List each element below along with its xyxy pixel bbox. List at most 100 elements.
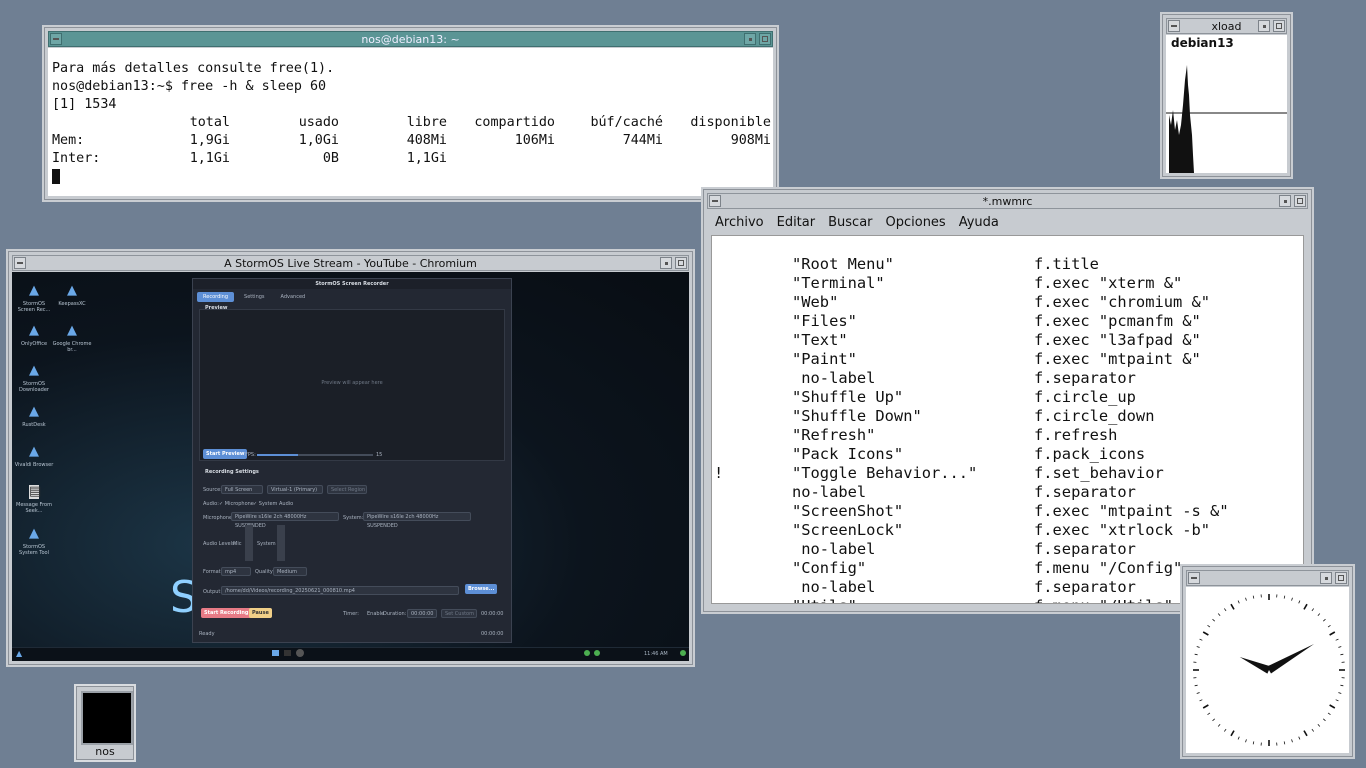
xclock-window[interactable]	[1180, 564, 1355, 759]
menu-ayuda[interactable]: Ayuda	[959, 215, 999, 230]
format-select[interactable]: mp4	[221, 567, 251, 576]
clock-tick	[1202, 631, 1209, 636]
start-menu-icon[interactable]: ▲	[16, 649, 22, 658]
clock-tick	[1199, 699, 1203, 702]
menu-entry-function: f.set_behavior	[1034, 464, 1164, 482]
editor-line: no-label f.separator	[712, 483, 1303, 502]
maximize-button[interactable]	[1335, 572, 1347, 584]
menu-archivo[interactable]: Archivo	[715, 215, 764, 230]
terminal-output[interactable]: Para más detalles consulte free(1). nos@…	[48, 48, 773, 196]
desktop-icon[interactable]: ▲ StormOS Screen Rec...	[14, 284, 54, 314]
desktop-icon[interactable]: ▲ KeepassXC	[52, 283, 92, 308]
editor-titlebar[interactable]: *.mwmrc	[707, 193, 1308, 209]
editor-text-area[interactable]: "Root Menu" f.title "Terminal" f.exec "xter…	[711, 235, 1304, 604]
xclock-titlebar[interactable]	[1186, 570, 1349, 586]
set-custom-button[interactable]: Set Custom	[441, 609, 477, 618]
fps-slider[interactable]	[257, 454, 373, 456]
desktop-icon[interactable]: ▲ StormOS System Tool	[14, 527, 54, 557]
video-player[interactable]: S ▲ StormOS Screen Rec... ▲ KeepassXC ▲ Onl…	[12, 272, 689, 661]
start-recording-button[interactable]: Start Recording	[201, 608, 252, 618]
iconified-window-icon[interactable]: nos	[74, 684, 136, 762]
desktop-icon[interactable]: ▲ OnlyOffice	[14, 324, 54, 348]
timer-enable-checkbox[interactable]: Enable	[367, 611, 384, 617]
menu-entry-label: "Utils"	[792, 597, 857, 603]
desktop-icon[interactable]: ▲ StormOS Downloader	[14, 364, 54, 394]
tray-status-icon[interactable]	[584, 650, 590, 656]
free-row-swap: Inter: 1,1Gi 0B 1,1Gi	[52, 150, 773, 168]
desktop-icon[interactable]: ▤ Message From Seek...	[14, 484, 54, 515]
menu-entry-function: f.circle_down	[1034, 407, 1155, 425]
minimize-button[interactable]	[660, 257, 672, 269]
audio-levels-label: Audio Levels:	[203, 541, 237, 547]
window-menu-button[interactable]	[709, 195, 721, 207]
maximize-button[interactable]	[1273, 20, 1285, 32]
microphone-checkbox[interactable]: ✓ Microphone	[219, 501, 254, 507]
storm-icon: ▲	[67, 283, 77, 298]
monitor-select[interactable]: Virtual-1 (Primary)	[267, 485, 323, 494]
screen-recorder-window[interactable]: StormOS Screen Recorder Recording Settin…	[192, 278, 512, 643]
menu-opciones[interactable]: Opciones	[886, 215, 946, 230]
chromium-titlebar[interactable]: A StormOS Live Stream - YouTube - Chromi…	[12, 255, 689, 271]
tab-recording[interactable]: Recording	[197, 292, 235, 302]
menu-entry-label: "Web"	[792, 293, 839, 311]
microphone-select[interactable]: PipeWire s16le 2ch 48000Hz SUSPENDED	[231, 512, 339, 529]
preview-area: Preview will appear here	[199, 309, 505, 461]
start-preview-button[interactable]: Start Preview	[203, 449, 248, 459]
menu-entry-label: "Root Menu"	[792, 255, 894, 273]
free-cell: 0B	[322, 151, 339, 166]
minimize-button[interactable]	[1279, 195, 1291, 207]
editor-line: "Refresh" f.refresh	[712, 426, 1303, 445]
window-menu-button[interactable]	[1168, 20, 1180, 32]
menu-editar[interactable]: Editar	[777, 215, 816, 230]
guest-taskbar: ▲ 11:46 AM	[12, 647, 689, 661]
window-menu-button[interactable]	[50, 33, 62, 45]
desktop-icon-label: OnlyOffice	[20, 341, 48, 347]
maximize-button[interactable]	[675, 257, 687, 269]
source-select[interactable]: Full Screen	[221, 485, 263, 494]
select-region-button[interactable]: Select Region	[327, 485, 367, 494]
desktop-icon[interactable]: ▲ Google Chrome br...	[52, 324, 92, 354]
terminal-window[interactable]: nos@debian13: ~ Para más detalles consul…	[42, 25, 779, 202]
browse-button[interactable]: Browse...	[465, 584, 498, 594]
window-menu-button[interactable]	[14, 257, 26, 269]
system-audio-checkbox[interactable]: ✓ System Audio	[253, 501, 293, 507]
menu-entry-label: "Pack Icons"	[792, 445, 904, 463]
output-path-field[interactable]: /home/dd/Videos/recording_20250621_00081…	[221, 586, 459, 595]
pause-button[interactable]: Pause	[249, 608, 272, 618]
clock-tick	[1212, 718, 1216, 722]
clock-tick	[1202, 704, 1209, 709]
maximize-button[interactable]	[759, 33, 771, 45]
desktop-icon[interactable]: ▲ RustDesk	[14, 405, 54, 429]
duration-label: Duration:	[383, 611, 407, 617]
chromium-window[interactable]: A StormOS Live Stream - YouTube - Chromi…	[6, 249, 695, 667]
menu-buscar[interactable]: Buscar	[828, 215, 872, 230]
quality-select[interactable]: Medium	[273, 567, 307, 576]
document-icon: ▤	[29, 484, 42, 499]
system-select[interactable]: PipeWire s16le 2ch 48000Hz SUSPENDED	[363, 512, 471, 529]
desktop-icon[interactable]: ▲ Vivaldi Browser	[14, 445, 54, 469]
notification-icon[interactable]	[680, 650, 686, 656]
minimize-button[interactable]	[744, 33, 756, 45]
clock-tick	[1230, 730, 1235, 737]
minimize-button[interactable]	[1320, 572, 1332, 584]
app-icon[interactable]	[296, 649, 304, 657]
maximize-button[interactable]	[1294, 195, 1306, 207]
duration-field[interactable]: 00:00:00	[407, 609, 437, 618]
free-cell: 908Mi	[730, 133, 771, 148]
minimize-button[interactable]	[1258, 20, 1270, 32]
menu-entry-function: f.separator	[1034, 540, 1136, 558]
clock-tick	[1194, 653, 1198, 656]
tab-settings[interactable]: Settings	[238, 292, 271, 302]
xload-titlebar[interactable]: xload	[1166, 18, 1287, 34]
tab-advanced[interactable]: Advanced	[275, 292, 312, 302]
window-menu-button[interactable]	[1188, 572, 1200, 584]
terminal-titlebar[interactable]: nos@debian13: ~	[48, 31, 773, 47]
text-editor-window[interactable]: *.mwmrc Archivo Editar Buscar Opciones A…	[701, 187, 1314, 614]
free-header-cell: compartido	[474, 115, 555, 130]
xload-window[interactable]: xload debian13	[1160, 12, 1293, 179]
terminal-icon[interactable]	[284, 650, 291, 656]
editor-menubar: Archivo Editar Buscar Opciones Ayuda	[707, 210, 1308, 234]
file-manager-icon[interactable]	[272, 650, 279, 656]
tray-status-icon[interactable]	[594, 650, 600, 656]
